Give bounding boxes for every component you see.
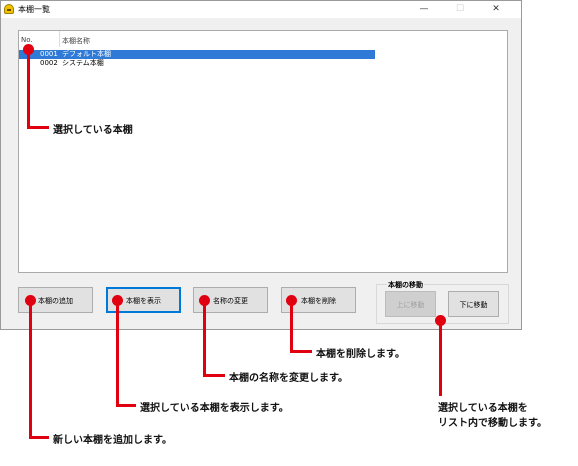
row-name: システム本棚 [62, 59, 104, 67]
marker-line [116, 302, 119, 407]
app-icon [4, 4, 14, 14]
row-name: デフォルト本棚 [62, 50, 111, 58]
row-no: 0002 [40, 59, 58, 67]
close-button[interactable]: ✕ [483, 2, 509, 16]
column-header-name[interactable]: 本棚名称 [62, 36, 90, 46]
column-separator[interactable] [59, 31, 60, 47]
marker-line [203, 302, 206, 377]
bookshelf-list[interactable]: No. 本棚名称 0001 デフォルト本棚 0002 システム本棚 [18, 30, 508, 273]
marker-line [27, 126, 49, 129]
annotation-move-line2: リスト内で移動します。 [438, 418, 547, 429]
maximize-button[interactable]: ☐ [447, 2, 473, 16]
annotation-move-line1: 選択している本棚を [438, 403, 528, 414]
title-bar: 本棚一覧 — ☐ ✕ [1, 1, 521, 18]
annotation-rename: 本棚の名称を変更します。 [229, 373, 348, 384]
marker-line [439, 322, 442, 396]
column-header-no[interactable]: No. [21, 36, 33, 44]
move-down-button[interactable]: 下に移動 [448, 291, 499, 317]
move-group-label: 本棚の移動 [387, 280, 424, 290]
marker-line [27, 50, 30, 128]
move-up-button[interactable]: 上に移動 [385, 291, 436, 317]
marker-line [29, 436, 49, 439]
marker-line [290, 302, 293, 353]
annotation-selected: 選択している本棚 [53, 125, 133, 136]
row-no: 0001 [40, 50, 58, 58]
bookshelf-list-window: 本棚一覧 — ☐ ✕ No. 本棚名称 0001 デフォルト本棚 0002 シス… [0, 0, 522, 330]
annotation-delete: 本棚を削除します。 [316, 349, 405, 360]
marker-line [29, 302, 32, 439]
list-row[interactable]: 0002 システム本棚 [19, 59, 375, 68]
window-title: 本棚一覧 [18, 5, 50, 14]
list-row[interactable]: 0001 デフォルト本棚 [19, 50, 375, 59]
annotation-add: 新しい本棚を追加します。 [53, 435, 172, 446]
marker-line [290, 350, 312, 353]
marker-line [203, 374, 225, 377]
list-header: No. 本棚名称 [19, 31, 507, 47]
annotation-show: 選択している本棚を表示します。 [140, 403, 289, 414]
marker-line [116, 404, 136, 407]
minimize-button[interactable]: — [411, 2, 437, 16]
